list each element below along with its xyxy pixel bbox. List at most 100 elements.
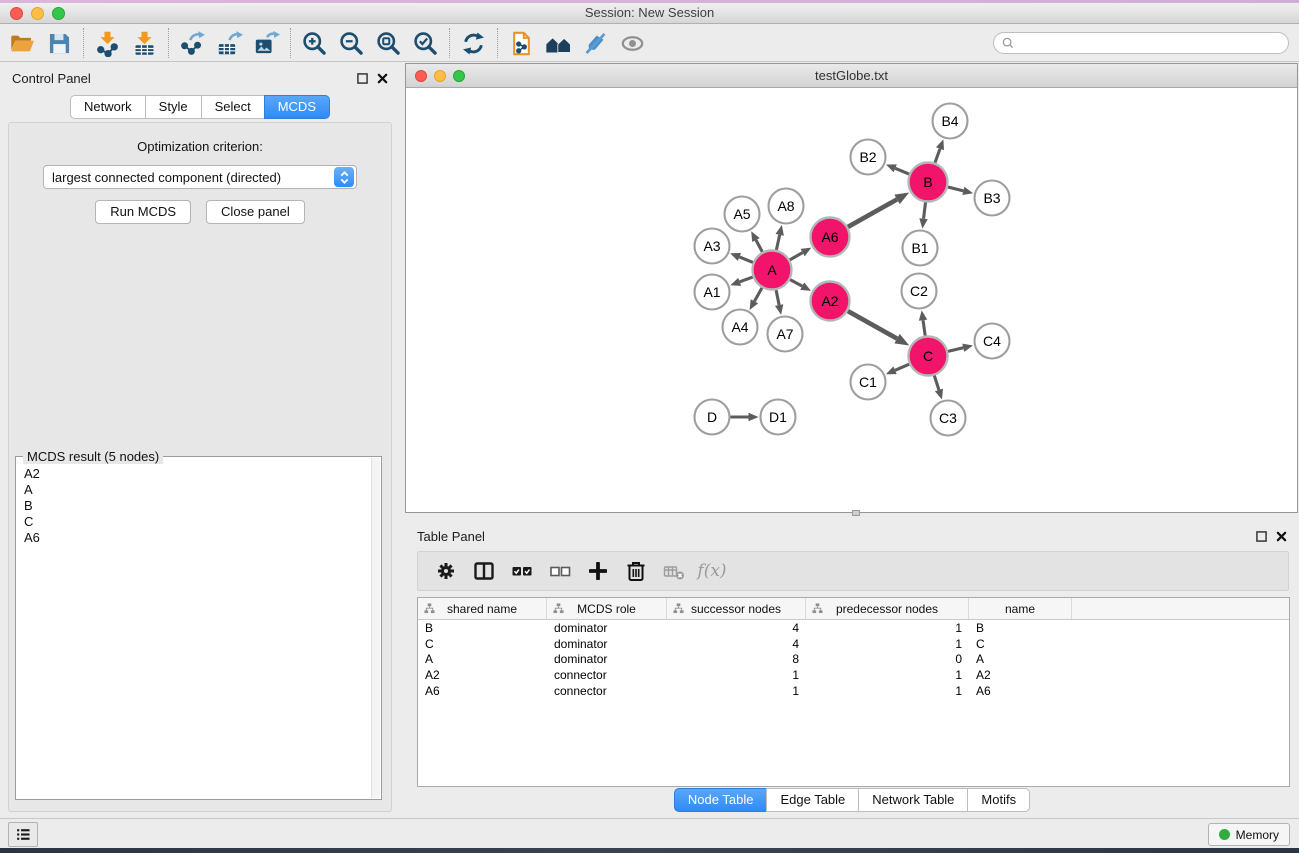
export-table-icon[interactable] xyxy=(211,28,248,59)
network-edge xyxy=(886,164,909,174)
network-canvas[interactable]: B4 B2 B B3 A8 A5 A6 A3 B1 A C2 A1 A2 A4 A7 C4 C C1 C3 D D1 xyxy=(406,88,1297,511)
network-node-A4[interactable]: A4 xyxy=(723,310,758,345)
column-header-shared-name[interactable]: shared name xyxy=(418,598,547,619)
svg-text:A8: A8 xyxy=(777,198,794,214)
run-mcds-button[interactable]: Run MCDS xyxy=(95,200,191,224)
zoom-in-icon[interactable] xyxy=(296,28,333,59)
result-list-item[interactable]: A xyxy=(18,482,369,498)
network-node-A7[interactable]: A7 xyxy=(768,317,803,352)
tab-style[interactable]: Style xyxy=(145,95,201,119)
tab-edge-table[interactable]: Edge Table xyxy=(766,788,858,812)
zoom-fit-icon[interactable] xyxy=(370,28,407,59)
folder-open-icon[interactable] xyxy=(4,28,41,59)
close-panel-icon[interactable] xyxy=(377,73,388,84)
network-node-B1[interactable]: B1 xyxy=(903,231,938,266)
network-node-D1[interactable]: D1 xyxy=(761,400,796,435)
network-node-A6[interactable]: A6 xyxy=(811,218,850,257)
search-input[interactable] xyxy=(1019,36,1281,50)
eye-icon[interactable] xyxy=(614,28,651,59)
export-network-icon[interactable] xyxy=(174,28,211,59)
close-panel-button[interactable]: Close panel xyxy=(206,200,305,224)
result-list-item[interactable]: C xyxy=(18,514,369,530)
tab-network[interactable]: Network xyxy=(70,95,145,119)
float-table-panel-icon[interactable] xyxy=(1256,531,1267,542)
zoom-selected-icon[interactable] xyxy=(407,28,444,59)
tab-motifs[interactable]: Motifs xyxy=(967,788,1030,812)
mcds-result-list[interactable]: A2ABCA6 xyxy=(18,466,369,797)
network-node-A3[interactable]: A3 xyxy=(695,229,730,264)
network-zoom-button[interactable] xyxy=(453,70,465,82)
export-image-icon[interactable] xyxy=(248,28,285,59)
close-table-panel-icon[interactable] xyxy=(1276,531,1287,542)
svg-text:A3: A3 xyxy=(703,238,720,254)
network-node-B4[interactable]: B4 xyxy=(933,104,968,139)
network-resize-grip[interactable] xyxy=(852,510,860,516)
table-row[interactable]: A6connector11A6 xyxy=(418,683,1289,699)
tab-node-table[interactable]: Node Table xyxy=(674,788,767,812)
table-row[interactable]: Adominator80A xyxy=(418,651,1289,667)
delete-table-icon xyxy=(655,553,693,589)
table-cell: 1 xyxy=(806,637,969,651)
gear-icon[interactable] xyxy=(427,553,465,589)
svg-text:A2: A2 xyxy=(821,293,838,309)
svg-text:B2: B2 xyxy=(859,149,876,165)
tab-select[interactable]: Select xyxy=(201,95,264,119)
result-list-item[interactable]: A6 xyxy=(18,530,369,546)
add-column-icon[interactable] xyxy=(579,553,617,589)
criterion-dropdown[interactable]: largest connected component (directed) xyxy=(43,165,357,189)
split-columns-icon[interactable] xyxy=(465,553,503,589)
network-node-C4[interactable]: C4 xyxy=(975,324,1010,359)
table-row[interactable]: Cdominator41C xyxy=(418,636,1289,652)
network-node-A1[interactable]: A1 xyxy=(695,275,730,310)
import-network-icon[interactable] xyxy=(89,28,126,59)
float-panel-icon[interactable] xyxy=(357,73,368,84)
network-node-A8[interactable]: A8 xyxy=(769,189,804,224)
network-node-C1[interactable]: C1 xyxy=(851,365,886,400)
column-header-successor-nodes[interactable]: successor nodes xyxy=(667,598,806,619)
tab-mcds[interactable]: MCDS xyxy=(264,95,330,119)
result-list-scrollbar[interactable] xyxy=(371,458,380,798)
network-node-B[interactable]: B xyxy=(909,163,948,202)
table-row[interactable]: A2connector11A2 xyxy=(418,667,1289,683)
column-header-name[interactable]: name xyxy=(969,598,1072,619)
home-icon[interactable] xyxy=(540,28,577,59)
save-icon[interactable] xyxy=(41,28,78,59)
network-window-titlebar[interactable]: testGlobe.txt xyxy=(406,64,1297,88)
network-node-A[interactable]: A xyxy=(753,251,792,290)
node-table[interactable]: shared nameMCDS rolesuccessor nodesprede… xyxy=(417,597,1290,787)
network-node-C[interactable]: C xyxy=(909,337,948,376)
refresh-icon[interactable] xyxy=(455,28,492,59)
column-header-MCDS-role[interactable]: MCDS role xyxy=(547,598,667,619)
network-node-B3[interactable]: B3 xyxy=(975,181,1010,216)
result-list-item[interactable]: A2 xyxy=(18,466,369,482)
minimize-window-button[interactable] xyxy=(31,7,44,20)
network-node-D[interactable]: D xyxy=(695,400,730,435)
label-hide-icon[interactable] xyxy=(577,28,614,59)
result-list-item[interactable]: B xyxy=(18,498,369,514)
zoom-window-button[interactable] xyxy=(52,7,65,20)
memory-button[interactable]: Memory xyxy=(1208,823,1290,846)
network-node-C2[interactable]: C2 xyxy=(902,274,937,309)
network-node-C3[interactable]: C3 xyxy=(931,401,966,436)
table-cell: 1 xyxy=(806,621,969,635)
network-node-A2[interactable]: A2 xyxy=(811,282,850,321)
deselect-all-icon[interactable] xyxy=(541,553,579,589)
delete-column-icon[interactable] xyxy=(617,553,655,589)
table-row[interactable]: Bdominator41B xyxy=(418,620,1289,636)
document-network-icon[interactable] xyxy=(503,28,540,59)
network-edge xyxy=(751,231,762,252)
import-table-icon[interactable] xyxy=(126,28,163,59)
task-history-button[interactable] xyxy=(8,822,38,847)
tab-network-table[interactable]: Network Table xyxy=(858,788,967,812)
search-box[interactable] xyxy=(993,32,1289,54)
network-node-B2[interactable]: B2 xyxy=(851,140,886,175)
network-minimize-button[interactable] xyxy=(434,70,446,82)
zoom-out-icon[interactable] xyxy=(333,28,370,59)
column-header-predecessor-nodes[interactable]: predecessor nodes xyxy=(806,598,969,619)
select-all-icon[interactable] xyxy=(503,553,541,589)
network-close-button[interactable] xyxy=(415,70,427,82)
network-node-A5[interactable]: A5 xyxy=(725,197,760,232)
table-header-row: shared nameMCDS rolesuccessor nodesprede… xyxy=(418,598,1289,620)
close-window-button[interactable] xyxy=(10,7,23,20)
table-cell: 8 xyxy=(667,652,806,666)
